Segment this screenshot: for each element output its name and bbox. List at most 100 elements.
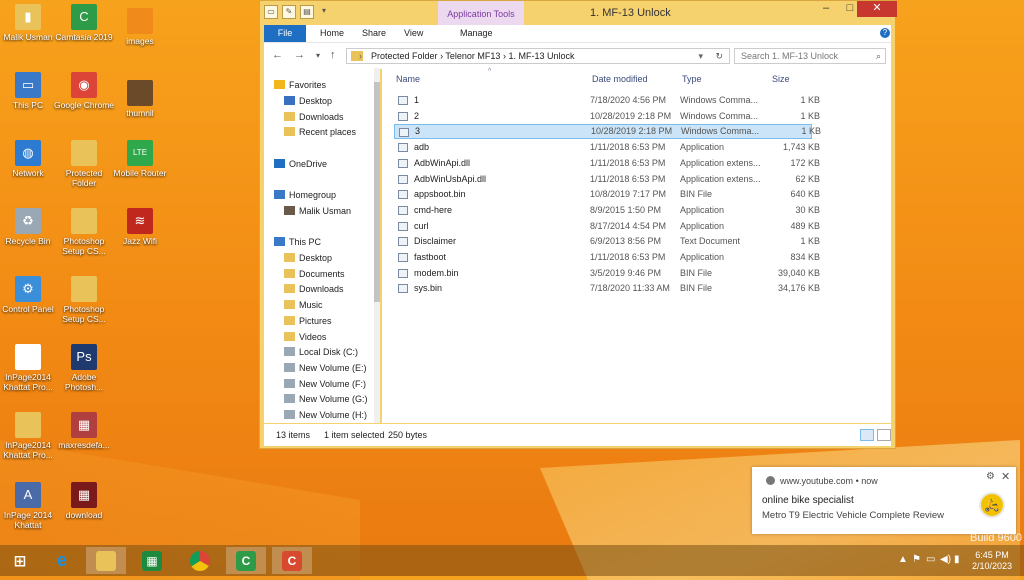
nav-item[interactable]: This PC: [274, 235, 321, 249]
desktop-icon[interactable]: thumnil: [110, 80, 170, 118]
desktop-icon[interactable]: ▮ Malik Usman: [0, 4, 58, 42]
navigation-scrollbar[interactable]: [374, 68, 380, 423]
taskbar-camtasia-recorder[interactable]: C: [272, 547, 312, 574]
tab-file[interactable]: File: [264, 25, 306, 42]
desktop-icon[interactable]: Ps Adobe Photosh...: [54, 344, 114, 392]
column-header-size[interactable]: Size: [772, 74, 790, 84]
desktop-icon[interactable]: ≋ Jazz Wifi: [110, 208, 170, 246]
desktop-icon[interactable]: ▦ maxresdefa...: [54, 412, 114, 450]
close-button[interactable]: ✕: [857, 1, 897, 17]
folder-icon[interactable]: ▭: [264, 5, 278, 19]
nav-item[interactable]: Downloads: [284, 110, 344, 124]
taskbar-camtasia[interactable]: C: [226, 547, 266, 574]
start-button[interactable]: ⊞: [0, 547, 40, 574]
desktop-icon[interactable]: LTE Mobile Router: [110, 140, 170, 178]
breadcrumb-item[interactable]: Telenor MF13: [445, 51, 500, 61]
nav-item[interactable]: OneDrive: [274, 157, 327, 171]
file-row[interactable]: sys.bin 7/18/2020 11:33 AM BIN File 34,176 …: [394, 281, 820, 296]
notification-toast[interactable]: www.youtube.com • now ⚙ ✕ online bike sp…: [752, 467, 1016, 534]
refresh-icon[interactable]: ↻: [715, 49, 723, 63]
nav-item[interactable]: New Volume (F:): [284, 377, 366, 391]
desktop-icon[interactable]: A InPage 2014 Khattat: [0, 482, 58, 530]
column-header-type[interactable]: Type: [682, 74, 702, 84]
desktop-icon[interactable]: Photoshop Setup CS...: [54, 276, 114, 324]
gear-icon[interactable]: ⚙: [986, 471, 995, 482]
desktop-icon[interactable]: InPage2014 Khattat Pro...: [0, 344, 58, 392]
desktop-icon[interactable]: ◍ Network: [0, 140, 58, 178]
desktop-icon[interactable]: ◉ Google Chrome: [54, 72, 114, 110]
taskbar-chrome[interactable]: [180, 547, 220, 574]
large-icons-view-button[interactable]: [877, 429, 891, 441]
tab-view[interactable]: View: [404, 25, 423, 42]
new-folder-icon[interactable]: ▤: [300, 5, 314, 19]
chevron-down-icon[interactable]: ▾: [318, 5, 330, 17]
file-list-pane[interactable]: ^ Name Date modified Type Size 1 7/18/202…: [382, 68, 891, 423]
help-icon[interactable]: ?: [880, 28, 890, 38]
back-arrow-icon[interactable]: ←: [272, 49, 283, 61]
desktop-icon[interactable]: ▦ download: [54, 482, 114, 520]
chevron-down-icon[interactable]: ▾: [698, 49, 703, 63]
taskbar-ie[interactable]: e: [42, 547, 82, 574]
file-row[interactable]: fastboot 1/11/2018 6:53 PM Application 834 …: [394, 250, 820, 265]
desktop-icon[interactable]: ⚙ Control Panel: [0, 276, 58, 314]
title-bar[interactable]: ▭ ✎ ▤ ▾ Application Tools 1. MF-13 Unloc…: [260, 1, 897, 25]
battery-icon[interactable]: ▭: [926, 554, 935, 565]
breadcrumb[interactable]: › Protected Folder › Telenor MF13 › 1. M…: [346, 48, 730, 64]
taskbar-file-explorer[interactable]: [86, 547, 126, 574]
tab-home[interactable]: Home: [320, 25, 344, 42]
properties-icon[interactable]: ✎: [282, 5, 296, 19]
nav-item[interactable]: Pictures: [284, 314, 332, 328]
close-icon[interactable]: ✕: [1001, 470, 1010, 483]
recent-locations-icon[interactable]: ▾: [316, 51, 320, 60]
file-row[interactable]: 2 10/28/2019 2:18 PM Windows Comma... 1 KB: [394, 109, 820, 124]
desktop-icon[interactable]: C Camtasia 2019: [54, 4, 114, 42]
taskbar-clock[interactable]: 6:45 PM 2/10/2023: [962, 550, 1022, 572]
file-row[interactable]: AdbWinApi.dll 1/11/2018 6:53 PM Applicatio…: [394, 156, 820, 171]
action-center-icon[interactable]: ⚑: [912, 554, 921, 565]
show-hidden-icons-icon[interactable]: ▲: [898, 554, 908, 565]
explorer-window[interactable]: ▭ ✎ ▤ ▾ Application Tools 1. MF-13 Unloc…: [259, 0, 897, 449]
nav-item[interactable]: Local Disk (C:): [284, 345, 358, 359]
application-tools-tab[interactable]: Application Tools: [438, 1, 524, 25]
nav-item[interactable]: Recent places: [284, 125, 356, 139]
nav-item[interactable]: New Volume (H:): [284, 408, 367, 422]
volume-icon[interactable]: ◀): [940, 554, 951, 565]
column-header-name[interactable]: Name: [396, 74, 420, 84]
file-row[interactable]: AdbWinUsbApi.dll 1/11/2018 6:53 PM Applica…: [394, 172, 820, 187]
taskbar-spreadsheet[interactable]: ▦: [132, 547, 172, 574]
nav-item[interactable]: Malik Usman: [284, 204, 351, 218]
nav-item[interactable]: Homegroup: [274, 188, 336, 202]
scrollbar-thumb[interactable]: [374, 82, 380, 302]
details-view-button[interactable]: [860, 429, 874, 441]
forward-arrow-icon[interactable]: →: [294, 49, 305, 61]
nav-item[interactable]: Music: [284, 298, 323, 312]
file-row[interactable]: curl 8/17/2014 4:54 PM Application 489 KB: [394, 219, 820, 234]
file-row[interactable]: adb 1/11/2018 6:53 PM Application 1,743 KB: [394, 140, 820, 155]
nav-item[interactable]: Desktop: [284, 94, 332, 108]
breadcrumb-item[interactable]: Protected Folder: [371, 51, 438, 61]
desktop-icon[interactable]: ♻ Recycle Bin: [0, 208, 58, 246]
nav-item[interactable]: Documents: [284, 267, 345, 281]
breadcrumb-item[interactable]: 1. MF-13 Unlock: [508, 51, 574, 61]
desktop-icon[interactable]: ▭ This PC: [0, 72, 58, 110]
desktop-icon[interactable]: Protected Folder: [54, 140, 114, 188]
nav-item[interactable]: Downloads: [284, 282, 344, 296]
column-header-date[interactable]: Date modified: [592, 74, 648, 84]
desktop-icon[interactable]: InPage2014 Khattat Pro...: [0, 412, 58, 460]
file-row[interactable]: 3 10/28/2019 2:18 PM Windows Comma... 1 KB: [394, 124, 821, 140]
network-signal-icon[interactable]: ▮: [954, 554, 960, 565]
nav-item[interactable]: New Volume (G:): [284, 392, 368, 406]
desktop-icon[interactable]: images: [110, 8, 170, 46]
file-row[interactable]: Disclaimer 6/9/2013 8:56 PM Text Document 1…: [394, 234, 820, 249]
nav-item[interactable]: Favorites: [274, 78, 326, 92]
desktop-icon[interactable]: Photoshop Setup CS...: [54, 208, 114, 256]
search-icon[interactable]: ⌕: [876, 49, 881, 63]
file-row[interactable]: appsboot.bin 10/8/2019 7:17 PM BIN File 640…: [394, 187, 820, 202]
tab-share[interactable]: Share: [362, 25, 386, 42]
minimize-button[interactable]: –: [814, 1, 838, 17]
navigation-pane[interactable]: Favorites Desktop Downloads Recent places On…: [264, 68, 380, 423]
nav-item[interactable]: New Volume (E:): [284, 361, 367, 375]
nav-item[interactable]: Desktop: [284, 251, 332, 265]
file-row[interactable]: cmd-here 8/9/2015 1:50 PM Application 30 KB: [394, 203, 820, 218]
up-arrow-icon[interactable]: ↑: [330, 49, 336, 61]
